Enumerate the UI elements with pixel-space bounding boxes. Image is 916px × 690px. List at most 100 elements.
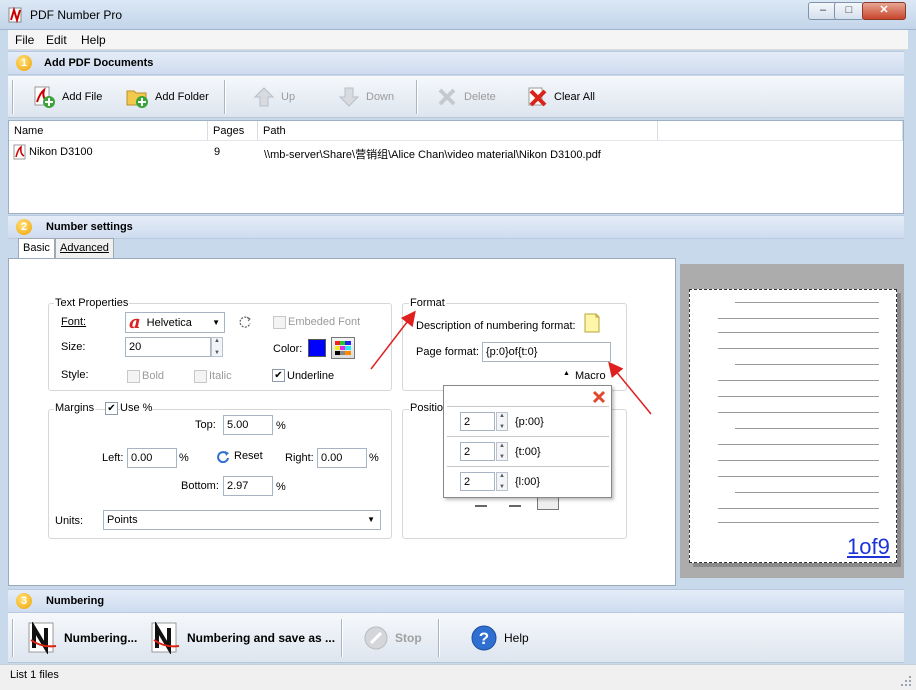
macro-digits-input[interactable]: 2 (460, 442, 495, 461)
italic-checkbox[interactable] (194, 370, 207, 383)
size-input[interactable]: 20 (125, 337, 211, 357)
stop-button[interactable]: Stop (363, 613, 422, 663)
italic-label: Italic (209, 370, 232, 382)
page-format-label: Page format: (416, 346, 479, 358)
file-pages-cell: 9 (214, 146, 221, 158)
menu-bar: File Edit Help (8, 30, 908, 50)
macro-digits-stepper[interactable] (496, 472, 508, 491)
delete-label: Delete (464, 91, 496, 103)
help-button[interactable]: ? Help (470, 613, 529, 663)
step-number-icon: 2 (16, 219, 32, 235)
step-number-icon: 1 (16, 55, 32, 71)
toolbar-separator (438, 619, 440, 657)
file-path-cell: \\mb-server\Share\营销组\Alice Chan\video m… (264, 149, 601, 161)
use-percent-checkbox[interactable]: ✔ (105, 402, 118, 415)
font-icon: a (129, 311, 141, 333)
bottom-label: Bottom: (181, 480, 219, 492)
stop-label: Stop (395, 631, 422, 645)
maximize-button[interactable]: □ (834, 2, 864, 20)
column-header-path[interactable]: Path (258, 121, 658, 141)
bold-checkbox[interactable] (127, 370, 140, 383)
stop-icon (364, 626, 388, 650)
size-stepper[interactable] (211, 337, 223, 357)
tab-basic[interactable]: Basic (18, 238, 55, 259)
tab-advanced[interactable]: Advanced (55, 238, 114, 258)
refresh-icon[interactable] (238, 315, 252, 329)
add-folder-icon (126, 90, 148, 108)
preview-text-line (718, 318, 879, 319)
color-picker-button[interactable] (331, 337, 355, 359)
page-format-input[interactable]: {p:0}of{t:0} (482, 342, 611, 362)
section-title: Numbering (46, 595, 105, 607)
numbering-button[interactable]: Numbering... (28, 613, 137, 663)
help-label: Help (504, 631, 529, 645)
units-label: Units: (55, 515, 84, 527)
close-icon[interactable] (592, 390, 606, 404)
table-row[interactable]: Nikon D3100 9 \\mb-server\Share\营销组\Alic… (9, 143, 903, 163)
resize-grip-icon[interactable] (900, 675, 912, 687)
delete-icon (438, 88, 456, 106)
color-swatch[interactable] (308, 339, 326, 357)
embed-font-label: Embeded Font (288, 316, 361, 328)
chevron-down-icon: ▼ (367, 515, 375, 524)
macro-popup: 2 {p:00} 2 {t:00} 2 {l:00} (443, 385, 612, 498)
up-button[interactable]: Up (253, 76, 295, 118)
font-value: Helvetica (146, 316, 192, 329)
numbering-toolbar: Numbering... Numbering and save as ... S… (8, 613, 904, 663)
preview-text-line (735, 364, 879, 365)
clear-all-button[interactable]: Clear All (526, 76, 595, 118)
use-percent-label: Use % (120, 402, 153, 414)
close-button[interactable]: ✕ (862, 2, 906, 20)
format-title: Format (409, 297, 446, 309)
right-margin-input[interactable]: 0.00 (317, 448, 367, 468)
macro-code[interactable]: {l:00} (515, 476, 540, 488)
font-select[interactable]: a Helvetica ▼ (125, 312, 225, 333)
file-list[interactable]: Name Pages Path Nikon D3100 9 \\mb-serve… (8, 120, 904, 214)
menu-file[interactable]: File (15, 33, 34, 47)
section-settings-header: 2 Number settings (8, 215, 904, 239)
reset-label: Reset (234, 450, 263, 462)
down-label: Down (366, 91, 395, 103)
menu-help[interactable]: Help (81, 33, 106, 47)
embed-font-checkbox[interactable] (273, 316, 286, 329)
preview-page-number: 1of9 (847, 534, 890, 559)
font-label: Font: (61, 316, 87, 328)
menu-edit[interactable]: Edit (46, 33, 67, 47)
section-title: Add PDF Documents (44, 57, 154, 69)
step-number-icon: 3 (16, 593, 32, 609)
chevron-down-icon: ▼ (212, 317, 220, 327)
left-margin-input[interactable]: 0.00 (127, 448, 177, 468)
units-select[interactable]: Points ▼ (103, 510, 381, 530)
description-label: Description of numbering format: (416, 320, 576, 332)
add-file-icon (34, 86, 55, 108)
underline-checkbox[interactable]: ✔ (272, 369, 285, 382)
svg-text:?: ? (479, 629, 489, 648)
clear-all-label: Clear All (554, 91, 595, 103)
status-text: List 1 files (10, 669, 59, 681)
numbering-save-as-button[interactable]: Numbering and save as ... (151, 613, 335, 663)
down-button[interactable]: Down (338, 76, 394, 118)
macro-code[interactable]: {t:00} (515, 446, 541, 458)
preview-text-line (718, 396, 879, 397)
toolbar-separator (12, 80, 14, 114)
add-folder-button[interactable]: Add Folder (125, 76, 209, 118)
add-file-button[interactable]: Add File (32, 76, 102, 118)
delete-button[interactable]: Delete (436, 76, 496, 118)
macro-digits-stepper[interactable] (496, 412, 508, 431)
note-icon[interactable] (583, 313, 601, 333)
column-header-name[interactable]: Name (9, 121, 208, 141)
column-header-pages[interactable]: Pages (208, 121, 258, 141)
macro-digits-input[interactable]: 2 (460, 412, 495, 431)
add-folder-label: Add Folder (155, 91, 209, 103)
help-icon: ? (471, 625, 497, 651)
macro-code[interactable]: {p:00} (515, 416, 544, 428)
document-toolbar: Add File Add Folder Up Down Delete Clear… (8, 76, 904, 118)
preview-text-line (718, 412, 879, 413)
macro-digits-input[interactable]: 2 (460, 472, 495, 491)
macro-button[interactable]: Macro (575, 370, 606, 382)
reset-button[interactable]: Reset (216, 449, 263, 463)
top-margin-input[interactable]: 5.00 (223, 415, 273, 435)
bottom-margin-input[interactable]: 2.97 (223, 476, 273, 496)
macro-digits-stepper[interactable] (496, 442, 508, 461)
preview-text-line (718, 332, 879, 333)
